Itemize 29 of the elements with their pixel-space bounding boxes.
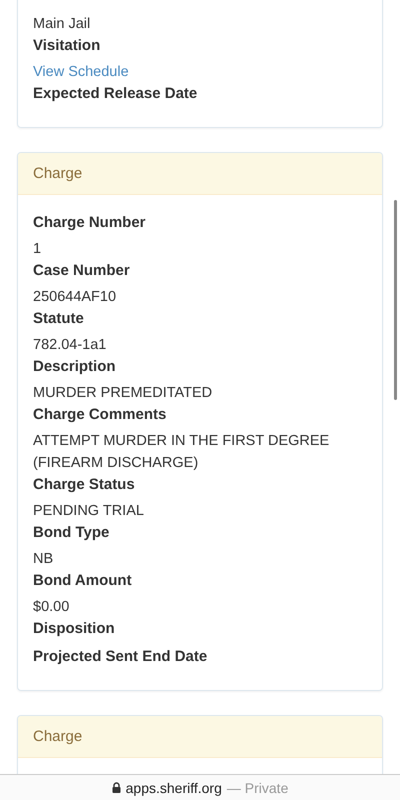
private-mode-label: — Private: [226, 780, 288, 796]
field-value: ATTEMPT MURDER IN THE FIRST DEGREE (FIREARM DISCHARGE): [33, 432, 330, 473]
field-label: Case Number: [33, 261, 131, 281]
field-value: MURDER PREMEDITATED: [33, 384, 214, 403]
address-bar[interactable]: apps.sheriff.org — Private: [0, 774, 400, 800]
card-title: Charge: [33, 728, 82, 745]
field-label: Expected Release Date: [33, 84, 198, 104]
field-label: Statute: [33, 309, 85, 329]
field-value: Main Jail: [33, 15, 92, 34]
view-schedule-link[interactable]: View Schedule: [33, 64, 129, 80]
url-text: apps.sheriff.org: [126, 780, 222, 796]
field-label: Visitation: [33, 36, 102, 56]
field-label: Projected Sent End Date: [33, 647, 208, 667]
field-value: $0.00: [33, 598, 70, 617]
field-label: Description: [33, 357, 117, 377]
field-value: 1: [33, 240, 42, 259]
lock-icon: [112, 782, 121, 794]
field-label: Charge Comments: [33, 405, 168, 425]
scrollbar[interactable]: [394, 200, 397, 400]
field-label: Bond Amount: [33, 571, 133, 591]
card-title: Charge: [33, 165, 82, 182]
field-value: 782.04-1a1: [33, 336, 108, 355]
field-label: Charge Status: [33, 475, 136, 495]
field-value: 250644AF10: [33, 288, 118, 307]
field-label: Disposition: [33, 619, 116, 639]
field-value: NB: [33, 550, 54, 569]
field-label: Bond Type: [33, 523, 110, 543]
field-label: Charge Number: [33, 213, 147, 233]
field-value: PENDING TRIAL: [33, 502, 145, 521]
